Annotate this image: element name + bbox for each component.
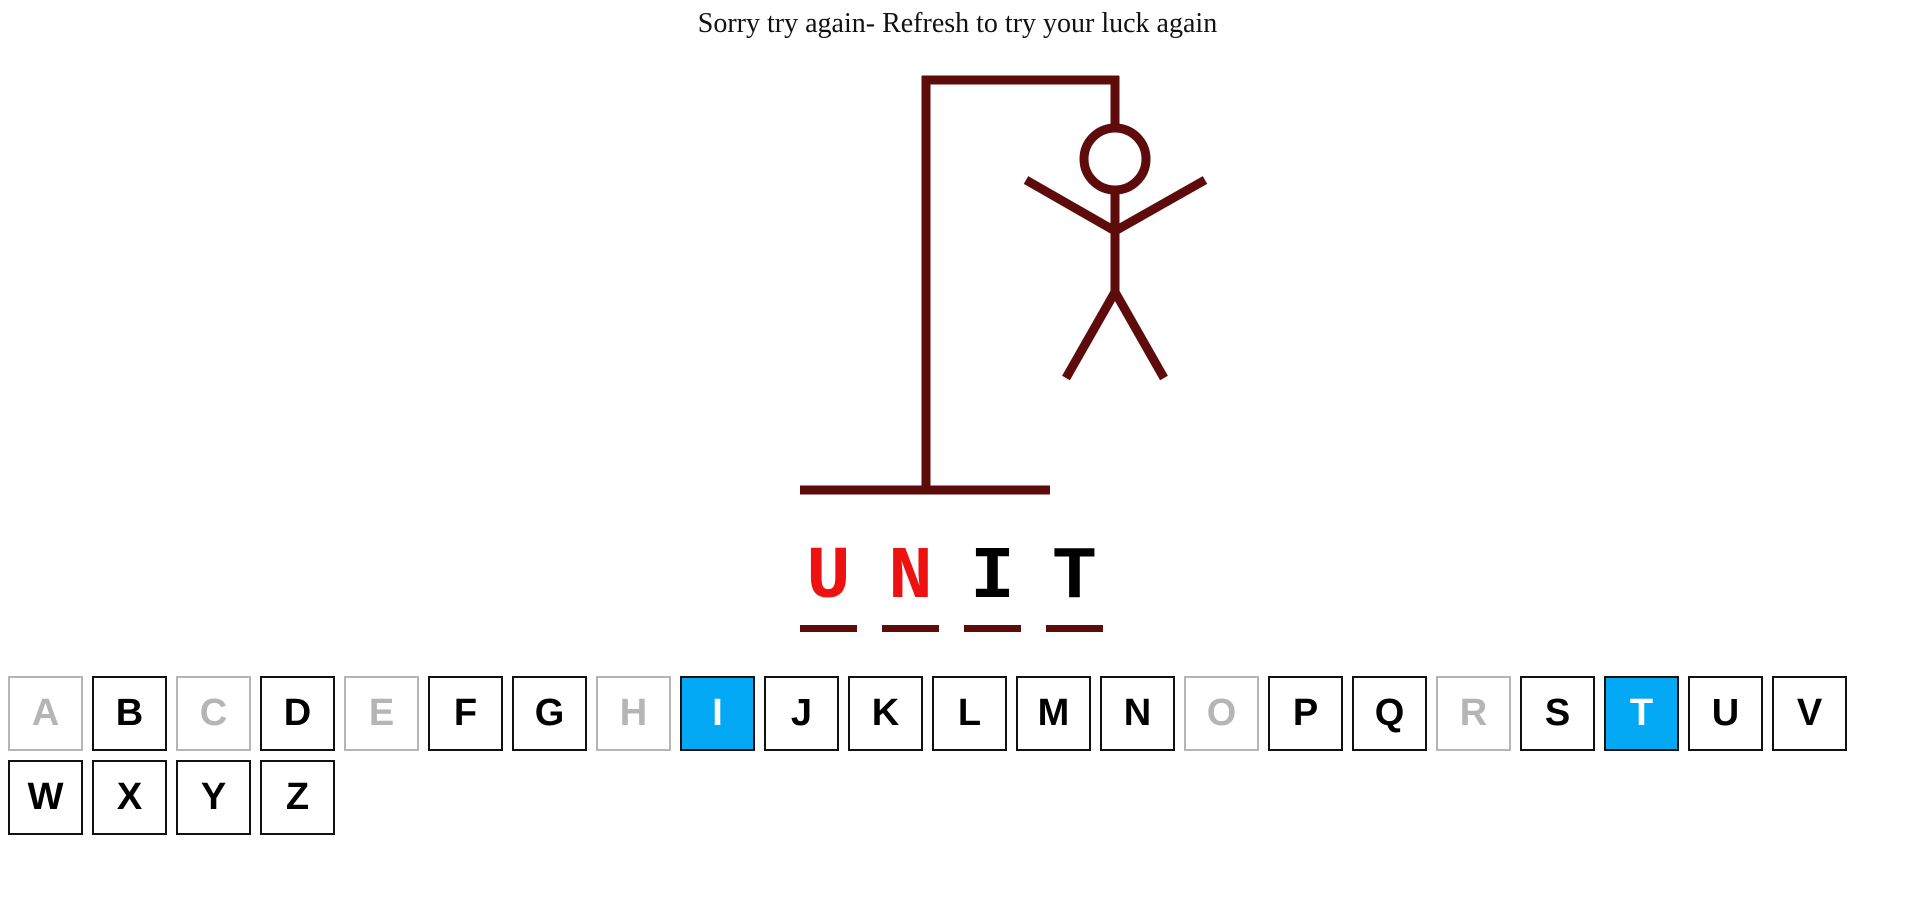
- letter-key-d[interactable]: D: [260, 676, 335, 751]
- word-slot: T: [1046, 535, 1103, 632]
- letter-key-z[interactable]: Z: [260, 760, 335, 835]
- letter-key-a: A: [8, 676, 83, 751]
- letter-key-i: I: [680, 676, 755, 751]
- word-letter: I: [970, 536, 1015, 620]
- letter-underline: [1046, 625, 1103, 632]
- letter-key-r: R: [1436, 676, 1511, 751]
- letter-key-b[interactable]: B: [92, 676, 167, 751]
- word-slot: I: [964, 535, 1021, 632]
- letter-key-w[interactable]: W: [8, 760, 83, 835]
- letter-underline: [882, 625, 939, 632]
- hangman-head: [1079, 123, 1151, 195]
- letter-key-v[interactable]: V: [1772, 676, 1847, 751]
- letter-key-l[interactable]: L: [932, 676, 1007, 751]
- letter-key-p[interactable]: P: [1268, 676, 1343, 751]
- letter-keyboard: ABCDEFGHIJKLMNOPQRSTUV WXYZ: [8, 676, 1908, 835]
- hangman-svg: [800, 75, 1208, 495]
- letter-underline: [800, 625, 857, 632]
- letter-key-g[interactable]: G: [512, 676, 587, 751]
- hangman-right-leg: [1111, 289, 1168, 381]
- word-letter: U: [806, 536, 851, 620]
- word-slot: U: [800, 535, 857, 632]
- letter-key-c: C: [176, 676, 251, 751]
- hangman-drawing: [790, 60, 1230, 505]
- letter-key-u[interactable]: U: [1688, 676, 1763, 751]
- letter-underline: [964, 625, 1021, 632]
- letter-key-f[interactable]: F: [428, 676, 503, 751]
- letter-key-j[interactable]: J: [764, 676, 839, 751]
- letter-key-k[interactable]: K: [848, 676, 923, 751]
- word-slot: N: [882, 535, 939, 632]
- status-message: Sorry try again- Refresh to try your luc…: [697, 8, 1218, 39]
- letter-key-s[interactable]: S: [1520, 676, 1595, 751]
- hangman-left-leg: [1062, 289, 1119, 381]
- letter-key-y[interactable]: Y: [176, 760, 251, 835]
- letter-key-n[interactable]: N: [1100, 676, 1175, 751]
- letter-key-o: O: [1184, 676, 1259, 751]
- letter-key-q[interactable]: Q: [1352, 676, 1427, 751]
- letter-key-h: H: [596, 676, 671, 751]
- letter-key-t: T: [1604, 676, 1679, 751]
- letter-key-e: E: [344, 676, 419, 751]
- word-letter: T: [1052, 536, 1097, 620]
- word-letter: N: [888, 536, 933, 620]
- letter-key-x[interactable]: X: [92, 760, 167, 835]
- letter-key-m[interactable]: M: [1016, 676, 1091, 751]
- word-display: UNIT: [800, 535, 1103, 632]
